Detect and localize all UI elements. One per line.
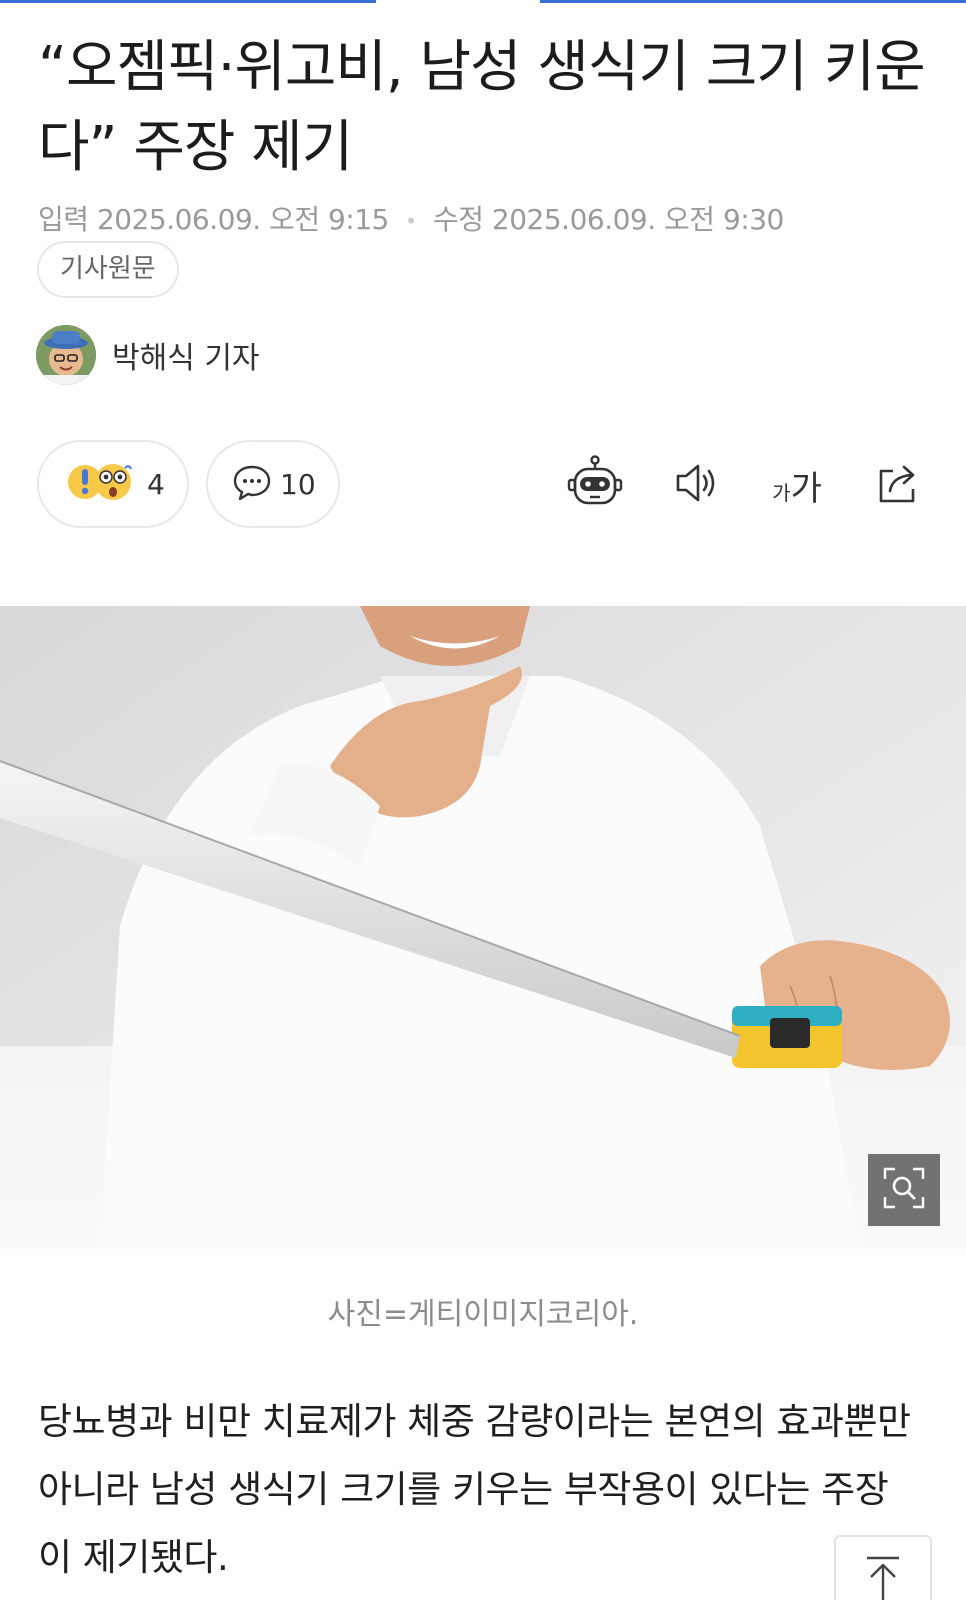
- photo-illustration: [0, 606, 966, 1249]
- article-photo[interactable]: [0, 606, 966, 1249]
- font-size-large-label: 가: [790, 468, 822, 509]
- byline[interactable]: 박해식 기자: [36, 325, 260, 385]
- published-time: 2025.06.09. 오전 9:15: [96, 203, 389, 236]
- comment-count: 10: [280, 467, 316, 501]
- comment-bubble-icon: [232, 462, 272, 506]
- separator-dot: •: [405, 209, 417, 233]
- reaction-count: 4: [147, 467, 165, 501]
- robot-icon: [566, 454, 624, 516]
- comment-button[interactable]: 10: [206, 440, 340, 528]
- article-title: “오젬픽·위고비, 남성 생식기 크기 키운다” 주장 제기: [38, 35, 926, 180]
- share-icon: [873, 457, 925, 513]
- tts-button[interactable]: [664, 452, 730, 518]
- photo-caption: 사진=게티이미지코리아.: [327, 1297, 639, 1332]
- summary-bot-button[interactable]: [562, 452, 628, 518]
- share-button[interactable]: [866, 452, 932, 518]
- font-size-button[interactable]: 가 가: [764, 452, 830, 518]
- arrow-up-icon: [863, 1555, 903, 1600]
- published-label: 입력: [38, 203, 89, 236]
- magnifier-icon: [881, 1165, 927, 1215]
- photo-zoom-button[interactable]: [868, 1154, 940, 1226]
- top-tab-indicator: [0, 0, 966, 4]
- reaction-button[interactable]: 4: [37, 440, 189, 528]
- reporter-name[interactable]: 박해식 기자: [112, 333, 260, 377]
- tab-indicator-left: [0, 0, 376, 3]
- article-body-paragraph: 당뇨병과 비만 치료제가 체중 감량이라는 본연의 효과뿐만 아니라 남성 생식…: [38, 1400, 911, 1579]
- original-article-button[interactable]: 기사원문: [37, 241, 179, 298]
- speaker-icon: [672, 458, 722, 512]
- scroll-to-top-button[interactable]: [834, 1535, 932, 1600]
- modified-label: 수정: [432, 203, 484, 236]
- tab-indicator-right: [540, 0, 966, 3]
- font-size-small-label: 가: [772, 480, 791, 505]
- modified-time: 2025.06.09. 오전 9:30: [491, 203, 784, 236]
- article-timestamps: 입력 2025.06.09. 오전 9:15 • 수정 2025.06.09. …: [38, 198, 784, 238]
- surprised-emoji-icon: [63, 460, 139, 508]
- reporter-avatar[interactable]: [36, 325, 96, 385]
